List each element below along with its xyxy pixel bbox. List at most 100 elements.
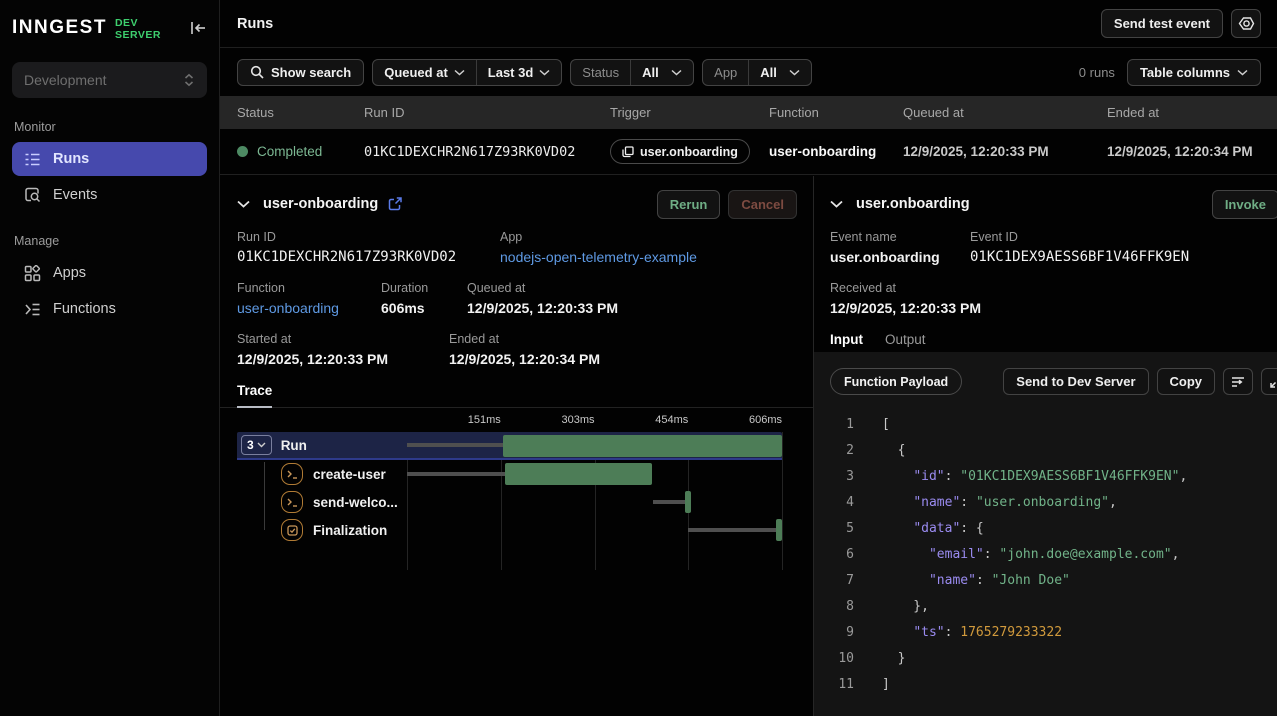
table-columns-dropdown[interactable]: Table columns [1127, 59, 1261, 86]
sidebar-item-runs[interactable]: Runs [12, 142, 207, 176]
trace-row-name: Finalization [237, 516, 407, 544]
status-filter-group: Status All [570, 59, 694, 86]
span-duration-bar[interactable] [776, 519, 782, 541]
select-updown-icon [183, 73, 195, 87]
payload-section: Function Payload Send to Dev Server Copy [814, 352, 1277, 716]
table-header: StatusRun IDTriggerFunctionQueued atEnde… [220, 96, 1277, 129]
sidebar-item-events[interactable]: Events [12, 178, 207, 212]
copy-button[interactable]: Copy [1157, 368, 1216, 395]
code-line: 8 }, [830, 593, 1277, 619]
monitor-section-label: Monitor [14, 120, 207, 134]
run-status-cell: Completed [237, 144, 364, 159]
app-filter-dropdown[interactable]: All [749, 60, 811, 85]
manage-section-label: Manage [14, 234, 207, 248]
external-link-icon[interactable] [388, 197, 402, 211]
chevron-down-icon [257, 442, 266, 448]
expand-button[interactable] [1261, 368, 1277, 395]
line-number: 5 [830, 521, 854, 536]
tick-label: 454ms [630, 414, 688, 426]
trigger-pill[interactable]: user.onboarding [610, 139, 750, 164]
filter-bar: Show search Queued at Last 3d Status All… [220, 48, 1277, 96]
trace-waterfall: 151ms303ms454ms606ms 3Run create-user send… [220, 410, 813, 544]
send-to-dev-server-button[interactable]: Send to Dev Server [1003, 368, 1148, 395]
sidebar-item-functions[interactable]: Functions [12, 292, 207, 326]
step-count-collapse-badge[interactable]: 3 [241, 435, 272, 455]
payload-json-code[interactable]: 1[2 {3 "id": "01KC1DEX9AESS6BF1V46FFK9EN… [814, 411, 1277, 697]
code-line: 10 } [830, 645, 1277, 671]
line-number: 7 [830, 573, 854, 588]
tree-guide-line [264, 462, 265, 530]
finalization-check-icon [281, 519, 303, 541]
chevron-down-icon [671, 69, 682, 76]
function-payload-badge[interactable]: Function Payload [830, 368, 962, 395]
time-filter-group: Queued at Last 3d [372, 59, 562, 86]
sidebar-item-apps[interactable]: Apps [12, 256, 207, 290]
trace-row-timeline [407, 460, 782, 488]
trace-row-send-welco-[interactable]: send-welco... [237, 488, 782, 516]
trace-row-name: create-user [237, 460, 407, 488]
code-line: 9 "ts": 1765279233322 [830, 619, 1277, 645]
environment-select[interactable]: Development [12, 62, 207, 98]
app-link[interactable]: nodejs-open-telemetry-example [500, 249, 697, 265]
queued-at-cell: 12/9/2025, 12:20:33 PM [903, 144, 1107, 159]
column-header: Trigger [610, 105, 769, 120]
tab-trace[interactable]: Trace [237, 383, 272, 407]
chevron-down-icon [539, 69, 550, 76]
trace-row-timeline [407, 488, 782, 516]
function-link[interactable]: user-onboarding [237, 300, 381, 316]
invoke-button[interactable]: Invoke [1212, 190, 1277, 219]
status-filter-dropdown[interactable]: All [631, 60, 693, 85]
trace-row-label: create-user [313, 467, 386, 482]
send-test-event-button[interactable]: Send test event [1101, 9, 1223, 38]
trace-row-finalization[interactable]: Finalization [237, 516, 782, 544]
queued-at-field: Queued at 12/9/2025, 12:20:33 PM [467, 281, 618, 316]
app-field: App nodejs-open-telemetry-example [500, 230, 697, 265]
trace-time-axis: 151ms303ms454ms606ms [237, 410, 813, 432]
span-duration-bar[interactable] [685, 491, 691, 513]
rerun-button[interactable]: Rerun [657, 190, 721, 219]
gear-icon [1238, 15, 1255, 32]
apps-grid-icon [24, 265, 41, 282]
code-line: 3 "id": "01KC1DEX9AESS6BF1V46FFK9EN", [830, 463, 1277, 489]
code-line: 4 "name": "user.onboarding", [830, 489, 1277, 515]
runs-count: 0 runs [1079, 65, 1115, 80]
time-range-dropdown[interactable]: Last 3d [477, 60, 562, 85]
collapse-sidebar-icon[interactable] [190, 20, 207, 36]
word-wrap-button[interactable] [1223, 368, 1253, 395]
span-duration-bar[interactable] [505, 463, 652, 485]
event-title: user.onboarding [856, 196, 970, 212]
column-header: Function [769, 105, 903, 120]
chevron-down-icon[interactable] [830, 200, 843, 208]
settings-button[interactable] [1231, 9, 1261, 38]
event-name-field: Event name user.onboarding [830, 230, 970, 265]
sidebar-item-label: Apps [53, 265, 86, 281]
inngest-logo: INNGEST [12, 17, 107, 39]
span-duration-bar[interactable] [503, 435, 782, 457]
event-stack-icon [622, 146, 634, 158]
app-filter-label: App [703, 60, 748, 85]
table-row[interactable]: Completed 01KC1DEXCHR2N617Z93RK0VD02 use… [220, 129, 1277, 175]
trace-row-run[interactable]: 3Run [237, 432, 782, 460]
cancel-button[interactable]: Cancel [728, 190, 797, 219]
event-id-value: 01KC1DEX9AESS6BF1V46FFK9EN [970, 249, 1189, 265]
run-id-cell: 01KC1DEXCHR2N617Z93RK0VD02 [364, 144, 610, 160]
queue-duration-line [688, 528, 777, 532]
functions-icon [24, 302, 41, 317]
line-number: 6 [830, 547, 854, 562]
main-content: Runs Send test event Show search [220, 0, 1277, 716]
chevron-down-icon[interactable] [237, 200, 250, 208]
trace-row-name: 3Run [237, 432, 407, 458]
show-search-button[interactable]: Show search [237, 59, 364, 86]
status-badge: Completed [257, 144, 322, 159]
line-number: 9 [830, 625, 854, 640]
event-id-field: Event ID 01KC1DEX9AESS6BF1V46FFK9EN [970, 230, 1189, 265]
sidebar: INNGEST DEV SERVER Development Monitor R… [0, 0, 220, 716]
trace-row-create-user[interactable]: create-user [237, 460, 782, 488]
queued-at-dropdown[interactable]: Queued at [373, 60, 476, 85]
received-at-field: Received at 12/9/2025, 12:20:33 PM [830, 281, 981, 316]
trace-row-name: send-welco... [237, 488, 407, 516]
runs-list-icon [24, 152, 41, 167]
line-number: 11 [830, 677, 854, 692]
expand-icon [1270, 375, 1277, 388]
queue-duration-line [407, 443, 503, 447]
